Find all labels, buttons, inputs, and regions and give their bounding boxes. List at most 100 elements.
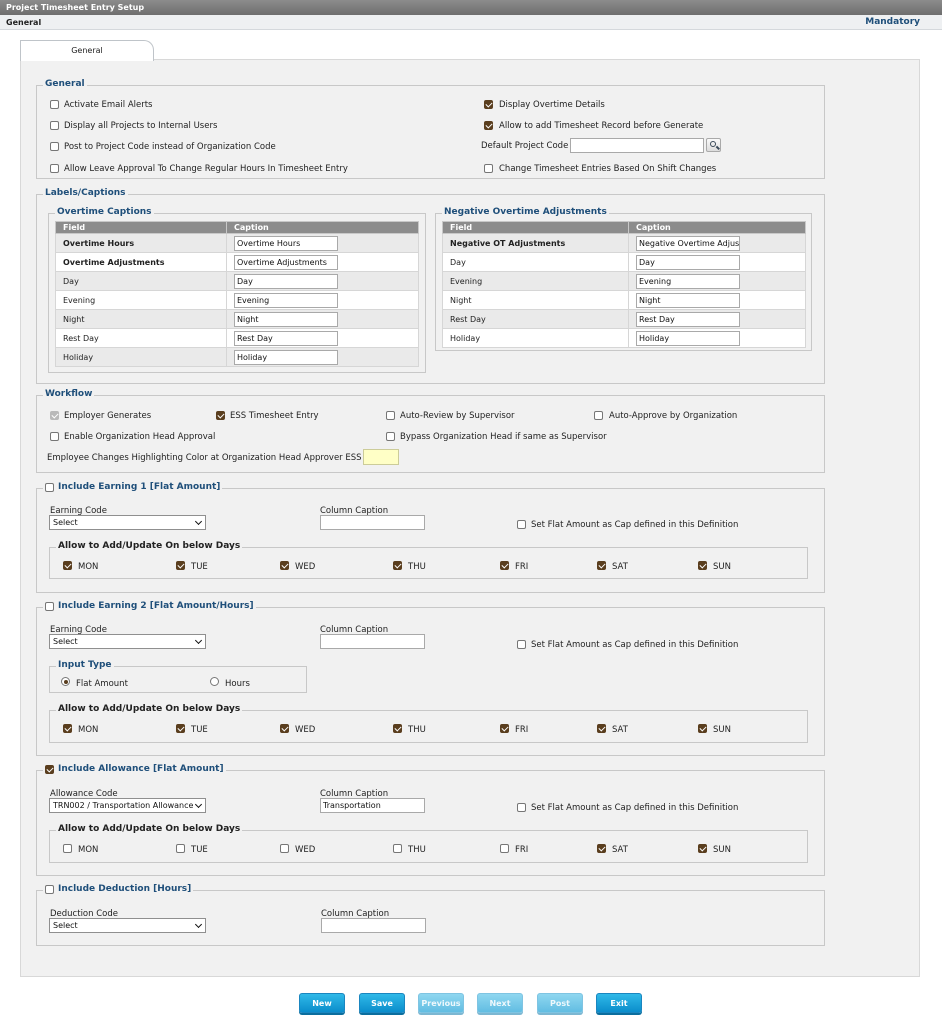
auto-approve-checkbox[interactable] <box>594 411 603 420</box>
change-timesheet-entries-checkbox[interactable] <box>484 164 493 173</box>
search-icon[interactable] <box>706 138 721 152</box>
allow-add-timesheet-checkbox[interactable] <box>484 121 493 130</box>
earning2-day-wed-checkbox[interactable] <box>280 724 289 733</box>
general-section-title: General <box>43 79 87 89</box>
earning1-day-mon-checkbox[interactable] <box>63 561 72 570</box>
earning1-cap-checkbox[interactable] <box>517 520 526 529</box>
mandatory-link[interactable]: Mandatory <box>865 17 920 27</box>
caption-input[interactable]: Night <box>636 292 740 308</box>
change-timesheet-entries-label: Change Timesheet Entries Based On Shift … <box>499 164 717 174</box>
chevron-down-icon <box>194 517 203 526</box>
field-name-cell: Day <box>442 252 629 272</box>
caption-input[interactable]: Evening <box>234 292 338 308</box>
default-project-code-input[interactable] <box>570 138 704 153</box>
post-to-project-code-checkbox[interactable] <box>50 142 59 151</box>
earning1-day-sun-checkbox[interactable] <box>698 561 707 570</box>
caption-input[interactable]: Night <box>234 311 338 327</box>
caption-input[interactable]: Evening <box>636 273 740 289</box>
allow-leave-approval-checkbox[interactable] <box>50 164 59 173</box>
earning2-day-sat-checkbox[interactable] <box>597 724 606 733</box>
allowance-day-sun-checkbox[interactable] <box>698 844 707 853</box>
enable-org-head-approval-checkbox[interactable] <box>50 432 59 441</box>
allowance-days-title: Allow to Add/Update On below Days <box>56 824 243 834</box>
allowance-day-fri-checkbox[interactable] <box>500 844 509 853</box>
bypass-org-head-checkbox[interactable] <box>386 432 395 441</box>
caption-input[interactable]: Holiday <box>234 349 338 365</box>
allowance-title[interactable]: Include Allowance [Flat Amount] <box>43 764 226 774</box>
subheader-title: General <box>6 18 42 27</box>
caption-input[interactable]: Day <box>234 273 338 289</box>
save-button[interactable]: Save <box>359 993 405 1013</box>
allowance-caption-input[interactable]: Transportation <box>320 798 425 813</box>
earning1-day-thu-checkbox[interactable] <box>393 561 402 570</box>
include-earning2-checkbox[interactable] <box>45 601 54 611</box>
deduction-caption-input[interactable] <box>321 918 426 933</box>
earning2-day-tue-checkbox[interactable] <box>176 724 185 733</box>
table-header-caption: Caption <box>628 221 806 234</box>
hours-radio[interactable] <box>210 677 219 686</box>
allowance-day-wed-label: WED <box>295 845 316 855</box>
earning2-day-fri-checkbox[interactable] <box>500 724 509 733</box>
earning1-day-tue-checkbox[interactable] <box>176 561 185 570</box>
earning1-title[interactable]: Include Earning 1 [Flat Amount] <box>43 482 223 492</box>
negative-overtime-title: Negative Overtime Adjustments <box>442 207 609 217</box>
deduction-title[interactable]: Include Deduction [Hours] <box>43 884 194 894</box>
earning1-day-fri-checkbox[interactable] <box>500 561 509 570</box>
earning1-days-row: MON TUE WED THU FRI SAT SUN <box>21 561 921 575</box>
ess-timesheet-entry-checkbox[interactable] <box>216 411 225 420</box>
earning2-cap-checkbox[interactable] <box>517 640 526 649</box>
caption-input[interactable]: Negative Overtime Adjustme <box>636 235 740 251</box>
earning2-day-thu-checkbox[interactable] <box>393 724 402 733</box>
earning2-day-mon-checkbox[interactable] <box>63 724 72 733</box>
display-overtime-details-checkbox[interactable] <box>484 100 493 109</box>
allowance-cap-checkbox[interactable] <box>517 803 526 812</box>
caption-input[interactable]: Overtime Hours <box>234 235 338 251</box>
caption-input[interactable]: Rest Day <box>234 330 338 346</box>
table-row: Day Day <box>55 271 419 291</box>
earning2-caption-input[interactable] <box>320 634 425 649</box>
exit-button[interactable]: Exit <box>596 993 642 1013</box>
caption-input[interactable]: Overtime Adjustments <box>234 254 338 270</box>
chevron-down-icon <box>194 800 203 809</box>
employer-generates-checkbox <box>50 411 59 420</box>
deduction-code-select[interactable]: Select <box>49 918 206 933</box>
include-allowance-checkbox[interactable] <box>45 764 54 774</box>
chevron-down-icon <box>194 920 203 929</box>
caption-input[interactable]: Rest Day <box>636 311 740 327</box>
activate-email-alerts-checkbox[interactable] <box>50 100 59 109</box>
earning2-day-sun-checkbox[interactable] <box>698 724 707 733</box>
allowance-day-tue-checkbox[interactable] <box>176 844 185 853</box>
earning2-title[interactable]: Include Earning 2 [Flat Amount/Hours] <box>43 601 256 611</box>
earning1-caption-input[interactable] <box>320 515 425 530</box>
tab-general[interactable]: General <box>20 40 154 61</box>
earning2-day-tue-label: TUE <box>191 725 208 735</box>
include-earning1-checkbox[interactable] <box>45 482 54 492</box>
earning2-day-wed-label: WED <box>295 725 316 735</box>
new-button[interactable]: New <box>299 993 345 1013</box>
earning2-code-select[interactable]: Select <box>49 634 206 649</box>
next-button[interactable]: Next <box>477 993 523 1013</box>
overtime-captions-title: Overtime Captions <box>55 207 154 217</box>
auto-review-checkbox[interactable] <box>386 411 395 420</box>
caption-cell: Negative Overtime Adjustme <box>628 233 806 253</box>
caption-input[interactable]: Holiday <box>636 330 740 346</box>
allowance-day-mon-checkbox[interactable] <box>63 844 72 853</box>
earning2-day-thu-label: THU <box>408 725 426 735</box>
include-deduction-checkbox[interactable] <box>45 884 54 894</box>
highlight-color-picker[interactable] <box>363 449 399 465</box>
allowance-day-fri-label: FRI <box>515 845 529 855</box>
previous-button[interactable]: Previous <box>418 993 464 1013</box>
earning1-day-thu-label: THU <box>408 562 426 572</box>
flat-amount-radio[interactable] <box>61 677 70 686</box>
enable-org-head-approval-label: Enable Organization Head Approval <box>64 432 216 442</box>
allowance-day-wed-checkbox[interactable] <box>280 844 289 853</box>
earning1-day-wed-checkbox[interactable] <box>280 561 289 570</box>
allowance-code-select[interactable]: TRN002 / Transportation Allowance <box>49 798 206 813</box>
display-all-projects-checkbox[interactable] <box>50 121 59 130</box>
allowance-day-sat-checkbox[interactable] <box>597 844 606 853</box>
earning1-day-sat-checkbox[interactable] <box>597 561 606 570</box>
post-button[interactable]: Post <box>537 993 583 1013</box>
allowance-day-thu-checkbox[interactable] <box>393 844 402 853</box>
earning1-code-select[interactable]: Select <box>49 515 206 530</box>
caption-input[interactable]: Day <box>636 254 740 270</box>
